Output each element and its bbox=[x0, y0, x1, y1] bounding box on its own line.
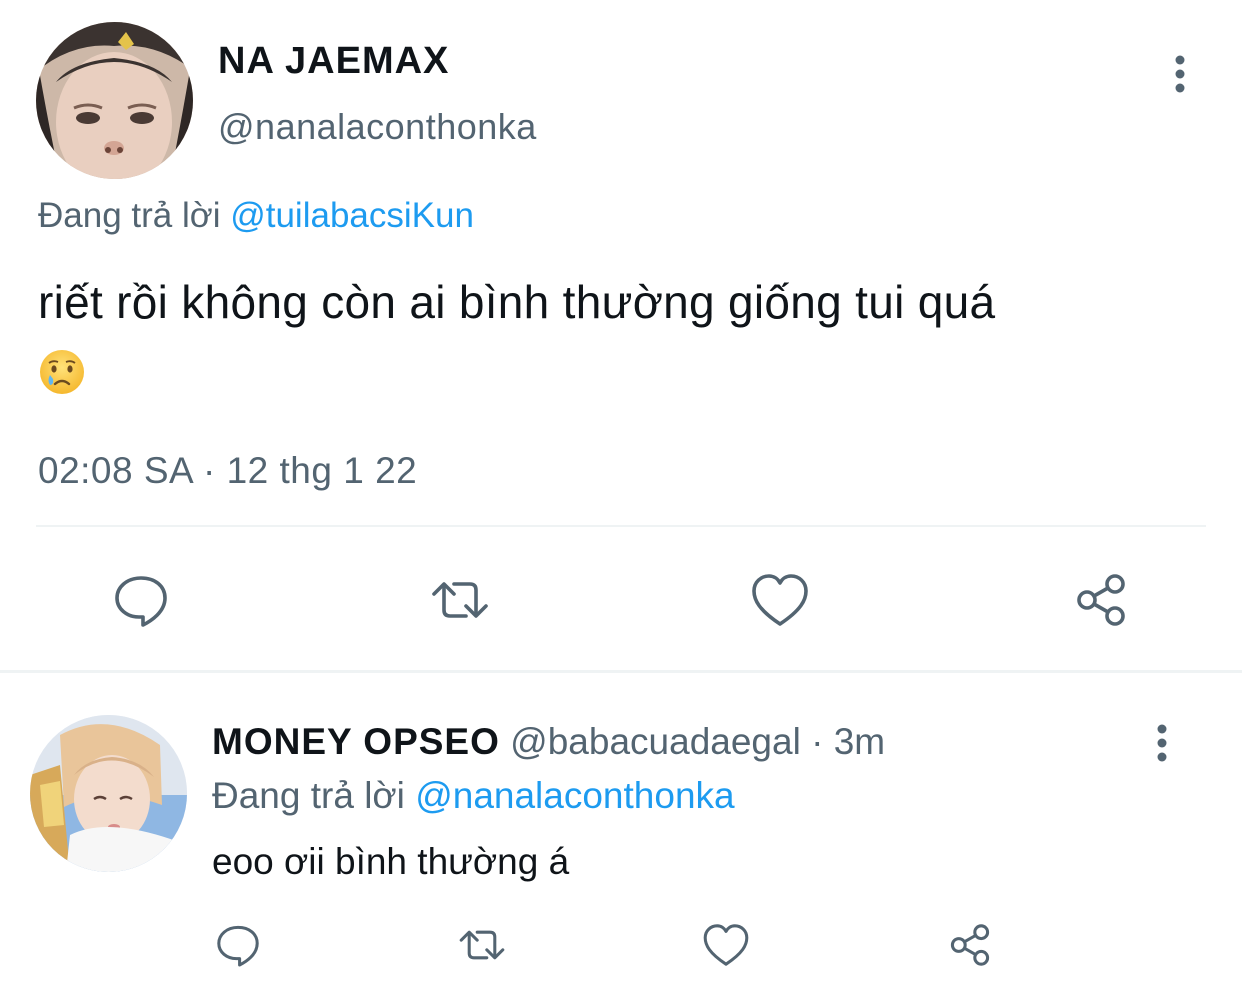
share-button[interactable] bbox=[1061, 560, 1141, 640]
share-icon bbox=[1077, 574, 1125, 626]
divider bbox=[36, 525, 1206, 527]
crying-face-icon bbox=[38, 344, 86, 394]
reply-icon bbox=[115, 576, 167, 627]
tweet-time-ago[interactable]: 3m bbox=[834, 721, 885, 762]
retweet-button[interactable] bbox=[450, 913, 514, 977]
like-button[interactable] bbox=[740, 560, 820, 640]
reply-button[interactable] bbox=[206, 913, 270, 977]
reply-header: MONEY OPSEO @babacuadaegal · 3m bbox=[212, 721, 885, 763]
avatar[interactable] bbox=[36, 22, 193, 179]
replying-prefix: Đang trả lời bbox=[212, 775, 405, 816]
display-name[interactable]: MONEY OPSEO bbox=[212, 721, 500, 762]
share-button[interactable] bbox=[938, 913, 1002, 977]
tweet-actions bbox=[0, 913, 1242, 977]
like-icon bbox=[703, 924, 749, 966]
share-icon bbox=[950, 924, 990, 966]
retweet-button[interactable] bbox=[420, 560, 500, 640]
reply-button[interactable] bbox=[101, 560, 181, 640]
replying-to-line: Đang trả lời @tuilabacsiKun bbox=[38, 196, 474, 236]
like-button[interactable] bbox=[694, 913, 758, 977]
tweet-body: riết rồi không còn ai bình thường giống … bbox=[38, 276, 996, 328]
reply-tweet[interactable]: MONEY OPSEO @babacuadaegal · 3m Đang trả… bbox=[0, 673, 1242, 991]
display-name[interactable]: NA JAEMAX bbox=[218, 40, 449, 83]
avatar-photo bbox=[30, 715, 187, 872]
tweet-timestamp[interactable]: 02:08 SA · 12 thg 1 22 bbox=[38, 450, 417, 492]
replying-to-mention[interactable]: @nanalaconthonka bbox=[415, 775, 734, 816]
retweet-icon bbox=[459, 930, 505, 960]
more-options-icon[interactable] bbox=[1142, 721, 1182, 765]
user-handle[interactable]: @babacuadaegal bbox=[510, 721, 801, 762]
more-options-icon[interactable] bbox=[1160, 52, 1200, 96]
main-tweet: NA JAEMAX @nanalaconthonka Đang trả lời … bbox=[0, 0, 1242, 673]
tweet-text: riết rồi không còn ai bình thường giống … bbox=[38, 266, 1208, 410]
reply-icon bbox=[217, 925, 259, 967]
tweet-text: eoo ơii bình thường á bbox=[212, 841, 570, 882]
replying-to-mention[interactable]: @tuilabacsiKun bbox=[230, 196, 474, 235]
avatar[interactable] bbox=[30, 715, 187, 872]
replying-to-line: Đang trả lời @nanalaconthonka bbox=[212, 775, 735, 817]
user-handle[interactable]: @nanalaconthonka bbox=[218, 106, 537, 148]
retweet-icon bbox=[432, 582, 488, 618]
tweet-actions bbox=[0, 560, 1242, 640]
replying-prefix: Đang trả lời bbox=[38, 196, 221, 235]
avatar-photo bbox=[36, 22, 193, 179]
meta-separator: · bbox=[800, 721, 834, 762]
like-icon bbox=[752, 574, 808, 626]
